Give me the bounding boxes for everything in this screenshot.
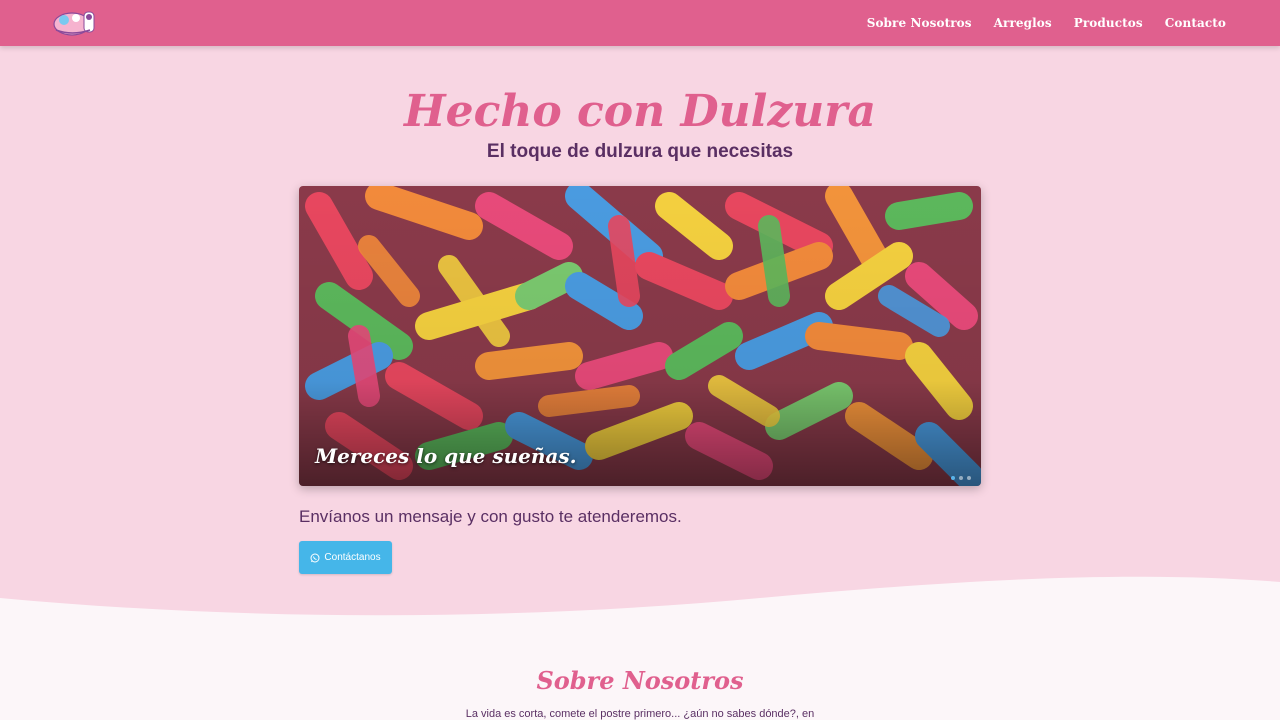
carousel-caption: Mereces lo que sueñas.: [315, 444, 577, 468]
hero-title: Hecho con Dulzura: [404, 86, 876, 137]
carousel-indicator-2[interactable]: [959, 476, 963, 480]
about-section-text: La vida es corta, cometе el postre prime…: [465, 708, 815, 720]
nav-link-sobre-nosotros[interactable]: Sobre Nosotros: [867, 16, 972, 30]
nav-link-arreglos[interactable]: Arreglos: [994, 16, 1052, 30]
carousel-indicator-1[interactable]: [951, 476, 955, 480]
hero-subtitle: El toque de dulzura que necesitas: [486, 141, 794, 162]
nav-link-productos[interactable]: Productos: [1074, 16, 1143, 30]
carousel-indicators: [951, 476, 971, 480]
carousel-indicator-3[interactable]: [967, 476, 971, 480]
top-navbar: Sobre Nosotros Arreglos Productos Contac…: [0, 0, 1280, 46]
image-carousel[interactable]: Mereces lo que sueñas.: [299, 186, 981, 486]
main-nav: Sobre Nosotros Arreglos Productos Contac…: [867, 0, 1226, 46]
cta-message: Envíanos un mensaje y con gusto te atend…: [299, 507, 682, 526]
gummy-worms-image: [299, 186, 981, 486]
about-section-title: Sobre Nosotros: [536, 666, 744, 695]
section-wave-divider: [0, 576, 1280, 720]
brand-logo[interactable]: [52, 6, 98, 38]
nav-link-contacto[interactable]: Contacto: [1165, 16, 1226, 30]
